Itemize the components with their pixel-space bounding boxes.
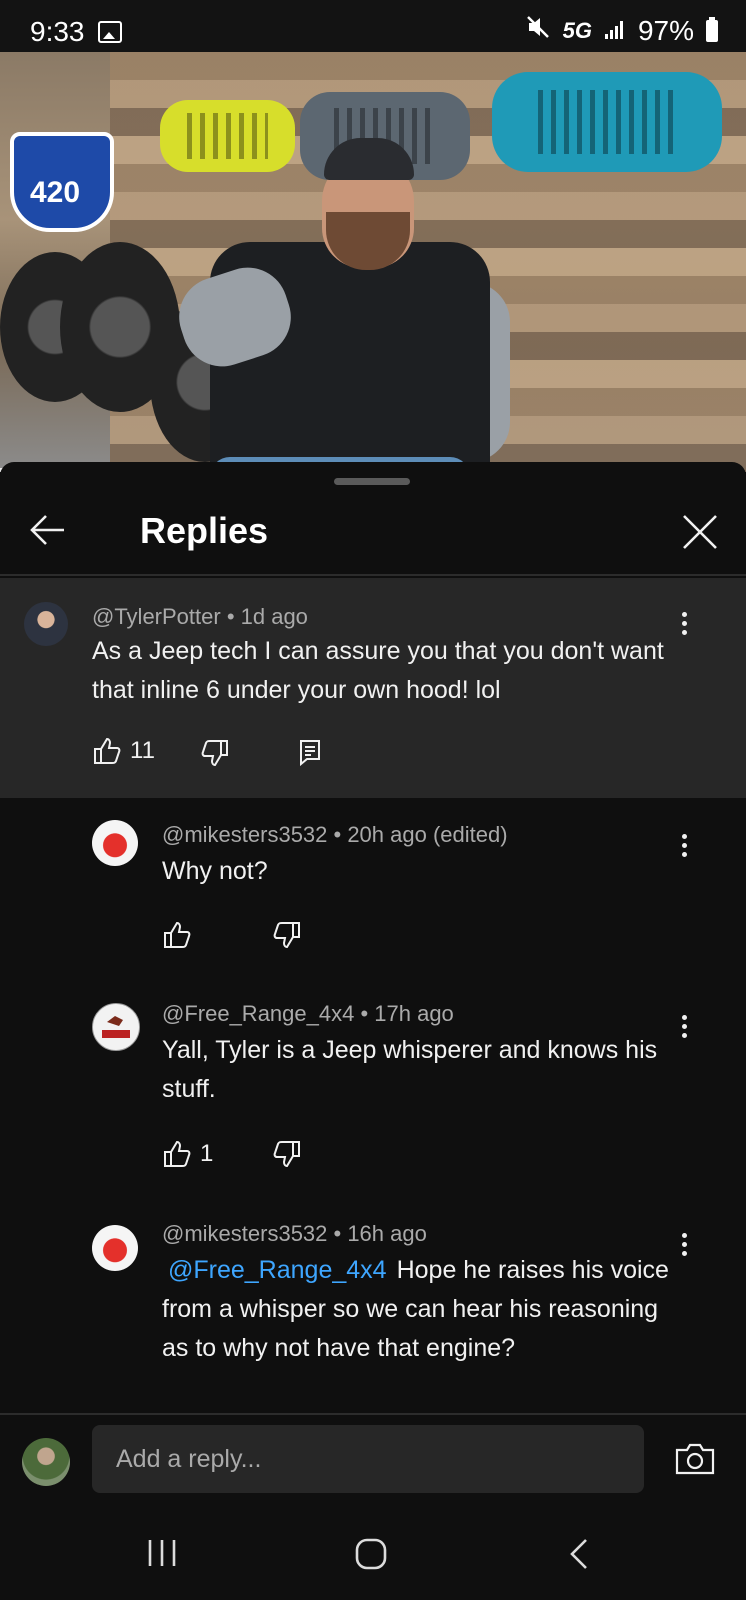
like-button[interactable]: 1 — [162, 1139, 213, 1169]
battery-percent: 97% — [637, 14, 694, 46]
video-grill-yellow — [160, 100, 295, 172]
like-button[interactable] — [162, 920, 192, 950]
comment-author-time[interactable]: @Free_Range_4x4 • 17h ago — [162, 1001, 454, 1027]
drag-handle[interactable] — [334, 478, 410, 485]
comment-text: Why not? — [162, 857, 268, 885]
comment-text: @Free_Range_4x4 Hope he raises his voice … — [162, 1251, 682, 1368]
mute-icon — [525, 14, 551, 47]
reply-button[interactable] — [298, 738, 322, 766]
battery-icon — [706, 16, 718, 42]
kebab-icon[interactable] — [674, 1229, 694, 1263]
dislike-icon — [201, 740, 228, 767]
signal-icon — [604, 15, 626, 47]
comment-author-time[interactable]: @mikesters3532 • 16h ago — [162, 1221, 427, 1247]
recents-icon[interactable] — [146, 1538, 178, 1573]
like-icon — [164, 1140, 191, 1167]
image-icon — [98, 21, 122, 43]
video-grill-blue — [492, 72, 722, 172]
parent-comment: @TylerPotter • 1d ago As a Jeep tech I c… — [0, 578, 746, 798]
reply-comment: @mikesters3532 • 16h ago @Free_Range_4x4… — [0, 1207, 746, 1407]
like-count: 1 — [200, 1140, 214, 1167]
comment-text: Yall, Tyler is a Jeep whisperer and know… — [162, 1036, 658, 1103]
camera-icon[interactable] — [674, 1442, 716, 1476]
comment-author-time[interactable]: @mikesters3532 • 20h ago (edited) — [162, 822, 508, 848]
avatar[interactable] — [92, 820, 138, 866]
dislike-icon — [273, 922, 300, 949]
reply-comment: @Free_Range_4x4 • 17h ago Yall, Tyler is… — [0, 987, 746, 1197]
comment-text: As a Jeep tech I can assure you that you… — [92, 637, 664, 704]
dislike-button[interactable] — [200, 738, 230, 768]
avatar[interactable] — [92, 1003, 140, 1051]
status-time: 9:33 — [30, 16, 85, 47]
composer-divider — [0, 1413, 746, 1415]
comment-author-time[interactable]: @TylerPotter • 1d ago — [92, 604, 308, 630]
reply-input[interactable] — [92, 1425, 644, 1493]
dislike-button[interactable] — [272, 1139, 302, 1169]
reply-comment: @mikesters3532 • 20h ago (edited) Why no… — [0, 802, 746, 982]
home-icon[interactable] — [354, 1538, 388, 1575]
status-right: 5G 97% — [525, 14, 718, 47]
dislike-button[interactable] — [272, 920, 302, 950]
kebab-icon[interactable] — [674, 608, 694, 642]
mention-link[interactable]: @Free_Range_4x4 — [168, 1256, 387, 1284]
sheet-title: Replies — [140, 510, 269, 551]
avatar[interactable] — [24, 602, 68, 646]
system-nav-bar — [0, 1510, 746, 1600]
kebab-icon[interactable] — [674, 1011, 694, 1045]
like-button[interactable]: 11 — [92, 736, 155, 766]
like-count: 11 — [130, 737, 155, 764]
close-icon[interactable] — [680, 512, 720, 552]
reply-icon — [300, 740, 320, 766]
kebab-icon[interactable] — [674, 830, 694, 864]
back-arrow-icon[interactable] — [28, 512, 68, 548]
header-divider — [0, 574, 746, 576]
like-icon — [94, 737, 121, 764]
video-player[interactable] — [0, 52, 746, 472]
back-icon[interactable] — [568, 1538, 590, 1575]
avatar[interactable] — [92, 1225, 138, 1271]
network-type: 5G — [562, 17, 592, 43]
like-icon — [164, 921, 191, 948]
video-route-sign — [10, 132, 114, 232]
dislike-icon — [273, 1141, 300, 1168]
avatar[interactable] — [22, 1438, 70, 1486]
